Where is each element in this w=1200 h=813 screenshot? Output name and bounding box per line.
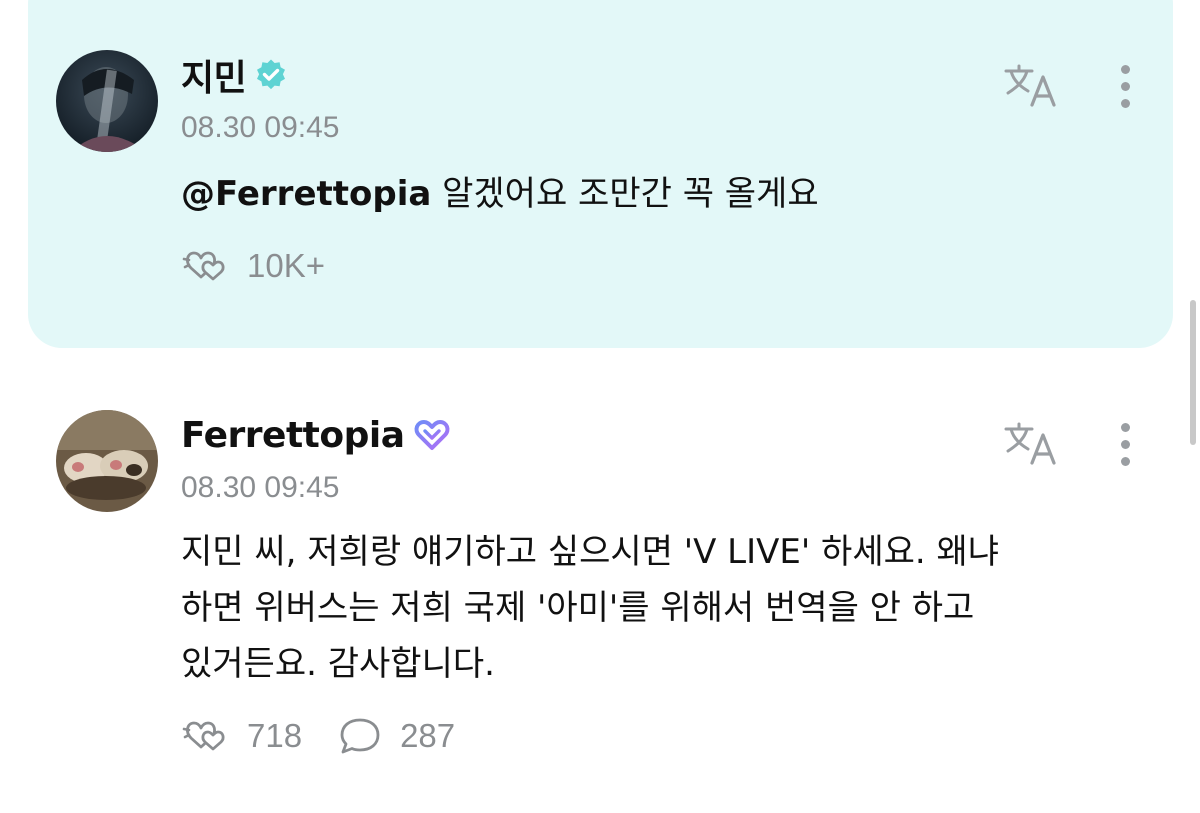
avatar-jimin-image: [56, 50, 158, 152]
translate-button[interactable]: [1000, 60, 1062, 112]
translate-icon: [1004, 422, 1056, 465]
post-actions: 718 287: [181, 716, 491, 756]
timestamp: 08.30 09:45: [181, 471, 340, 504]
avatar[interactable]: [56, 50, 158, 152]
translate-icon: [1004, 64, 1056, 107]
verified-badge-icon: [254, 58, 288, 92]
post-body: @Ferrettopia 알겠어요 조만간 꼭 올게요: [181, 166, 1111, 222]
comment-count: 287: [400, 717, 456, 754]
post-jimin: 지민 08.30 09:45 @Ferrettopia 알겠어요 조만간 꼭 올…: [0, 0, 1200, 348]
like-heart-icon: [181, 246, 229, 286]
like-count: 10K+: [247, 247, 325, 284]
comment-feed: 지민 08.30 09:45 @Ferrettopia 알겠어요 조만간 꼭 올…: [0, 0, 1200, 813]
comment-button[interactable]: 287: [338, 716, 455, 756]
avatar-ferrets-image: [56, 410, 158, 512]
timestamp: 08.30 09:45: [181, 111, 340, 144]
post-text-line: 있거든요. 감사합니다.: [181, 644, 495, 684]
more-vertical-icon: [1120, 64, 1130, 74]
mention-link[interactable]: @Ferrettopia: [181, 174, 431, 214]
like-count: 718: [247, 717, 303, 754]
author-row: Ferrettopia: [181, 410, 451, 460]
weverse-badge-icon: [413, 418, 451, 452]
more-options-button[interactable]: [1105, 414, 1145, 474]
more-options-button[interactable]: [1105, 56, 1145, 116]
post-text: 알겠어요 조만간 꼭 올게요: [431, 174, 819, 214]
post-body: 지민 씨, 저희랑 얘기하고 싶으시면 'V LIVE' 하세요. 왜냐 하면 …: [181, 524, 1111, 692]
author-row: 지민: [181, 50, 288, 100]
like-button[interactable]: 10K+: [181, 246, 325, 286]
comment-bubble-icon: [338, 716, 382, 756]
post-ferrettopia: Ferrettopia 08.30 09:45 지민 씨, 저희랑 얘기하고 싶…: [0, 400, 1200, 813]
scrollbar[interactable]: [1190, 300, 1196, 445]
more-vertical-icon: [1120, 422, 1130, 432]
translate-button[interactable]: [1000, 418, 1062, 470]
avatar[interactable]: [56, 410, 158, 512]
post-actions: 10K+: [181, 246, 361, 286]
post-text-line: 하면 위버스는 저희 국제 '아미'를 위해서 번역을 안 하고: [181, 588, 975, 628]
author-name[interactable]: 지민: [181, 49, 247, 101]
author-name[interactable]: Ferrettopia: [181, 415, 405, 456]
like-button[interactable]: 718: [181, 716, 302, 756]
post-text-line: 지민 씨, 저희랑 얘기하고 싶으시면 'V LIVE' 하세요. 왜냐: [181, 532, 1000, 572]
like-heart-icon: [181, 716, 229, 756]
